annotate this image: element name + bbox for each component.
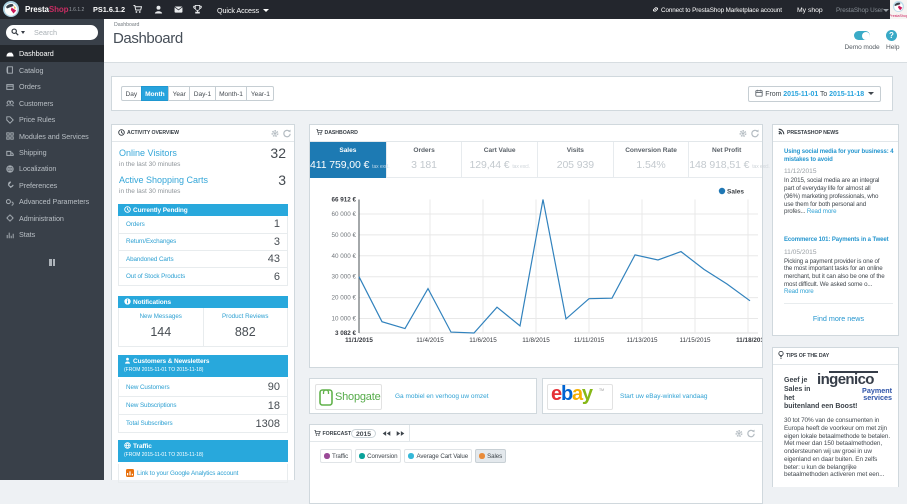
svg-text:30 000 €: 30 000 € [331, 274, 356, 281]
svg-text:11/18/201: 11/18/201 [736, 337, 762, 344]
svg-text:3 082 €: 3 082 € [335, 330, 357, 337]
svg-text:11/11/2015: 11/11/2015 [574, 337, 605, 344]
svg-text:11/15/2015: 11/15/2015 [679, 337, 711, 344]
svg-text:60 000 €: 60 000 € [331, 211, 356, 218]
svg-text:11/8/2015: 11/8/2015 [522, 337, 550, 344]
svg-text:Sales: Sales [727, 189, 744, 196]
svg-text:20 000 €: 20 000 € [331, 295, 356, 302]
svg-text:11/13/2015: 11/13/2015 [626, 337, 658, 344]
svg-text:11/1/2015: 11/1/2015 [345, 337, 373, 344]
svg-text:PrestaShop: PrestaShop [890, 14, 907, 18]
svg-text:40 000 €: 40 000 € [331, 253, 356, 260]
svg-text:11/4/2015: 11/4/2015 [416, 337, 444, 344]
svg-text:11/6/2015: 11/6/2015 [469, 337, 497, 344]
svg-text:50 000 €: 50 000 € [331, 232, 356, 239]
svg-text:66 912 €: 66 912 € [331, 197, 356, 204]
svg-text:10 000 €: 10 000 € [331, 316, 356, 323]
